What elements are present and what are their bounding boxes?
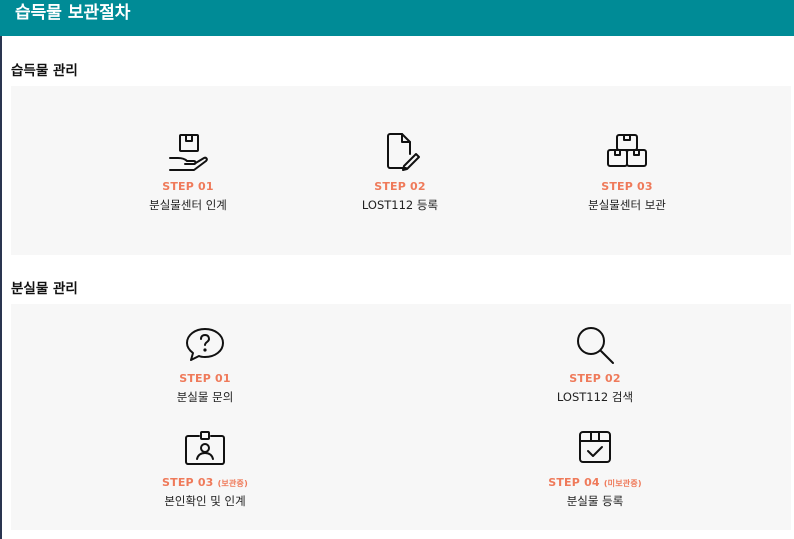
document-edit-icon xyxy=(387,133,420,171)
step-label: 본인확인 및 인계 xyxy=(164,494,246,508)
step-number-text: STEP 04 xyxy=(548,476,600,489)
acquired-step-2: STEP 02 LOST112 등록 xyxy=(290,132,510,213)
step-number: STEP 01 xyxy=(179,372,231,385)
step-number: STEP 02 xyxy=(569,372,621,385)
step-number: STEP 03 xyxy=(601,180,653,193)
step-status: (미보관중) xyxy=(603,479,642,488)
acquired-step-3: STEP 03 분실물센터 보관 xyxy=(517,132,737,213)
question-bubble-icon xyxy=(186,328,224,361)
box-check-icon xyxy=(579,431,611,463)
page-title: 습득물 보관절차 xyxy=(15,3,131,23)
hand-box-icon xyxy=(169,134,208,171)
boxes-icon xyxy=(607,134,647,167)
section-title-lost: 분실물 관리 xyxy=(11,281,78,297)
step-number: STEP 03 (보관중) xyxy=(95,476,315,489)
step-label: 분실물 등록 xyxy=(566,494,624,508)
step-label: 분실물센터 인계 xyxy=(149,198,227,212)
step-number: STEP 04 (미보관중) xyxy=(485,476,705,489)
step-label: 분실물센터 보관 xyxy=(588,198,666,212)
search-icon xyxy=(577,327,614,364)
step-number: STEP 01 xyxy=(162,180,214,193)
id-badge-icon xyxy=(185,431,225,465)
step-number: STEP 02 xyxy=(374,180,426,193)
lost-step-3: STEP 03 (보관중) 본인확인 및 인계 xyxy=(95,428,315,509)
lost-step-1: STEP 01 분실물 문의 xyxy=(95,324,315,405)
lost-step-4: STEP 04 (미보관중) 분실물 등록 xyxy=(485,428,705,509)
step-status: (보관중) xyxy=(217,479,248,488)
step-label: LOST112 등록 xyxy=(361,198,439,212)
page-header: 습득물 보관절차 xyxy=(0,0,794,36)
lost-steps-panel: STEP 01 분실물 문의 STEP 02 LOST112 검색 STEP 0… xyxy=(11,304,791,530)
lost-step-2: STEP 02 LOST112 검색 xyxy=(485,324,705,405)
step-number-text: STEP 03 xyxy=(162,476,214,489)
acquired-step-1: STEP 01 분실물센터 인계 xyxy=(78,132,298,213)
step-label: LOST112 검색 xyxy=(556,390,634,404)
acquired-steps-panel: STEP 01 분실물센터 인계 STEP 02 LOST112 등록 STEP… xyxy=(11,86,791,255)
step-label: 분실물 문의 xyxy=(176,390,234,404)
left-border xyxy=(0,36,2,539)
section-title-acquired: 습득물 관리 xyxy=(11,63,78,79)
